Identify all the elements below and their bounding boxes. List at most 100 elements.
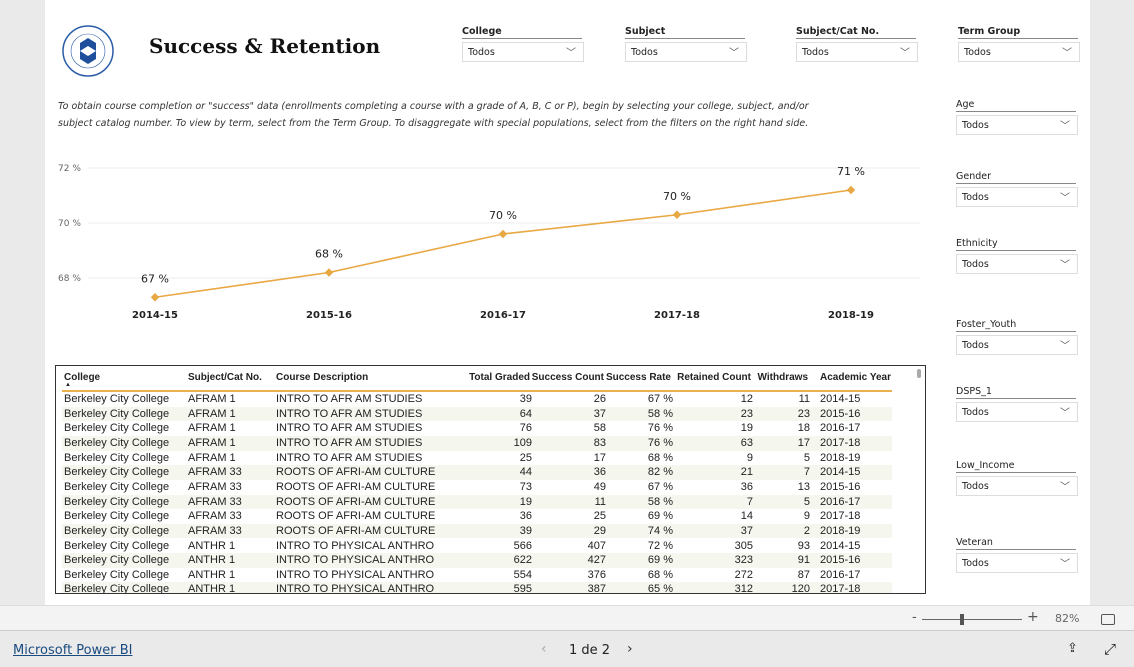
table-cell: 67 % [647,480,673,493]
table-row: Berkeley City College ANTHR 1 INTRO TO PHY… [62,582,892,594]
data-point[interactable] [150,293,160,302]
table-cell: 2016-17 [820,495,861,508]
table-cell: 44 [519,466,532,479]
table-cell: Berkeley City College [64,422,170,435]
data-point[interactable] [498,229,508,239]
table-cell: 26 [593,393,606,405]
chevron-down-icon: ﹀ [566,48,576,59]
fullscreen-icon[interactable]: ⤢ [1104,640,1116,658]
zoom-out-button[interactable]: - [912,610,917,625]
table-cell: 272 [734,568,753,581]
filter-dropdown[interactable]: Todos ﹀ [462,42,584,62]
table-cell: 427 [587,554,606,567]
column-header[interactable]: Academic Year [820,372,891,383]
table-cell: 25 [519,451,532,464]
table-cell: 69 % [647,554,673,567]
filter-dropdown[interactable]: Todos ﹀ [956,254,1078,274]
zoom-bar: - + 82% [0,605,1134,631]
table-cell: Berkeley City College [64,480,170,493]
table-cell: ANTHR 1 [188,568,236,581]
data-point[interactable] [324,268,334,277]
filter-dropdown[interactable]: Todos ﹀ [956,476,1078,496]
column-header[interactable]: Retained Count [677,372,751,383]
zoom-slider[interactable] [922,619,1022,620]
table-cell: 407 [587,539,606,552]
fit-to-page-icon[interactable] [1101,614,1115,625]
filter-foster-youth: Foster_Youth Todos ﹀ [956,319,1078,355]
filter-dropdown[interactable]: Todos ﹀ [956,115,1078,135]
power-bi-link[interactable]: Microsoft Power BI [13,643,132,658]
filter-label: College [462,26,582,39]
table-cell: Berkeley City College [64,495,170,508]
zoom-in-button[interactable]: + [1027,609,1039,625]
filter-term-group: Term Group Todos ﹀ [958,26,1080,62]
table-cell: 5 [803,495,810,508]
next-page-icon[interactable]: › [627,641,633,657]
filter-dropdown[interactable]: Todos ﹀ [956,187,1078,207]
table-cell: Berkeley City College [64,583,170,594]
column-header[interactable]: Success Count [532,372,604,383]
column-header[interactable]: Subject/Cat No. [188,372,262,383]
table-row: Berkeley City College AFRAM 33 ROOTS OF AF… [62,523,892,539]
table-cell: 87 [797,568,810,581]
table-cell: Berkeley City College [64,436,170,449]
table-cell: 76 [519,422,532,435]
filter-label: Subject [625,26,745,39]
table-cell: ROOTS OF AFRI-AM CULTURE [276,510,436,523]
table-cell: 17 [593,451,606,464]
table-cell: 9 [746,451,753,464]
filter-dropdown[interactable]: Todos ﹀ [625,42,747,62]
filter-subject-cat-no-: Subject/Cat No. Todos ﹀ [796,26,918,62]
filter-label: Gender [956,171,1076,184]
filter-dropdown[interactable]: Todos ﹀ [956,335,1078,355]
table-row: Berkeley City College ANTHR 1 INTRO TO PHY… [62,539,892,554]
filter-value: Todos [802,47,829,58]
table-cell: 67 % [647,393,673,405]
table-cell: 91 [797,554,810,567]
share-icon[interactable]: ⇪ [1067,641,1078,656]
data-point[interactable] [672,210,682,219]
data-point[interactable] [846,185,856,195]
filter-dropdown[interactable]: Todos ﹀ [958,42,1080,62]
chevron-down-icon: ﹀ [1060,482,1070,493]
table-cell: 120 [791,583,810,594]
chevron-down-icon: ﹀ [1060,121,1070,132]
chevron-down-icon: ﹀ [1060,193,1070,204]
table-cell: Berkeley City College [64,510,170,523]
table-cell: 2014-15 [820,466,861,479]
table-cell: Berkeley City College [64,568,170,581]
table-cell: 12 [740,393,753,405]
column-header[interactable]: Success Rate [606,372,671,383]
table-cell: ANTHR 1 [188,539,236,552]
y-tick-label: 68 % [58,274,81,284]
sort-ascending-icon[interactable]: ▲ [65,382,71,388]
table-cell: 2015-16 [820,554,861,567]
previous-page-icon[interactable]: ‹ [541,641,547,657]
table-cell: 305 [734,539,753,552]
table-row: Berkeley City College AFRAM 33 ROOTS OF AF… [62,509,892,524]
filter-dropdown[interactable]: Todos ﹀ [956,553,1078,573]
table-cell: ANTHR 1 [188,583,236,594]
chevron-down-icon: ﹀ [900,48,910,59]
table-cell: 68 % [647,568,673,581]
series-line [154,189,852,299]
column-header[interactable]: Withdraws [758,372,808,383]
table-cell: 76 % [647,436,673,449]
filter-value: Todos [468,47,495,58]
filter-dropdown[interactable]: Todos ﹀ [796,42,918,62]
table-scrollbar[interactable] [917,369,921,378]
table-cell: 323 [734,554,753,567]
table-row: Berkeley City College ANTHR 1 INTRO TO PHY… [62,553,892,568]
column-header[interactable]: Course Description [276,372,368,383]
filter-college: College Todos ﹀ [462,26,584,62]
table-cell: Berkeley City College [64,393,170,405]
zoom-slider-thumb[interactable] [960,614,964,625]
filter-dropdown[interactable]: Todos ﹀ [956,402,1078,422]
table-cell: 387 [587,583,606,594]
table-cell: 69 % [647,510,673,523]
chevron-down-icon: ﹀ [1060,559,1070,570]
column-header[interactable]: Total Graded [469,372,530,383]
table-cell: 25 [593,510,606,523]
table-cell: 7 [746,495,753,508]
table-cell: INTRO TO AFR AM STUDIES [276,451,423,464]
